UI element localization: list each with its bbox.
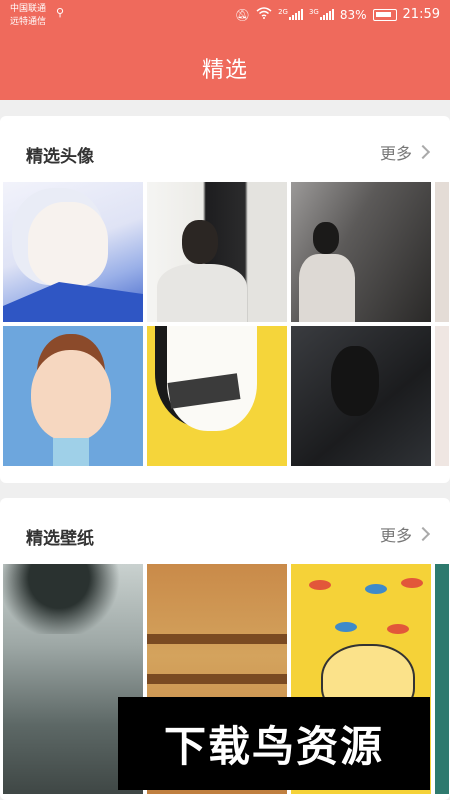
status-bar: 中国联通 远特通信 ⚲ 🔕︎ 2G 3G 83% 21:59 <box>0 0 450 34</box>
status-icons: 🔕︎ 2G 3G 83% 21:59 <box>235 7 440 22</box>
network-1-label: 2G <box>278 8 288 16</box>
more-label: 更多 <box>379 526 412 545</box>
featured-avatars-section: 精选头像 更多 <box>0 116 450 483</box>
more-wallpapers-button[interactable]: 更多 <box>380 522 434 546</box>
fish-icon <box>365 584 387 594</box>
section-title: 精选头像 <box>26 147 94 167</box>
avatar-thumbnail-partial[interactable] <box>435 326 449 466</box>
avatar-thumbnail[interactable] <box>3 326 143 466</box>
battery-percent: 83% <box>339 7 367 22</box>
section-title: 精选壁纸 <box>26 529 94 549</box>
page-title: 精选 <box>201 58 248 83</box>
avatar-thumbnail[interactable] <box>147 326 287 466</box>
fish-icon <box>387 624 409 634</box>
chevron-right-icon <box>415 526 431 542</box>
avatar-grid <box>3 182 449 466</box>
signal-1-icon: 2G <box>278 9 303 20</box>
wallpaper-thumbnail-partial[interactable] <box>435 564 449 794</box>
network-2-label: 3G <box>308 8 319 16</box>
avatar-thumbnail[interactable] <box>147 182 287 322</box>
more-avatars-button[interactable]: 更多 <box>380 140 434 164</box>
app-header: 中国联通 远特通信 ⚲ 🔕︎ 2G 3G 83% 21:59 精选 <box>0 0 450 100</box>
watermark-banner: 下载鸟资源 <box>118 697 430 790</box>
avatar-thumbnail[interactable] <box>3 182 143 322</box>
usb-icon: ⚲ <box>56 6 65 19</box>
more-label: 更多 <box>379 144 412 163</box>
chevron-right-icon <box>415 144 431 160</box>
fish-icon <box>335 622 357 632</box>
battery-icon <box>372 8 397 21</box>
carrier-name-1: 中国联通 <box>10 4 47 14</box>
avatar-thumbnail[interactable] <box>291 182 431 322</box>
fish-icon <box>309 580 331 590</box>
signal-2-icon: 3G <box>309 9 334 20</box>
mute-icon: 🔕︎ <box>234 7 251 22</box>
watermark-text: 下载鸟资源 <box>163 722 384 771</box>
avatar-thumbnail[interactable] <box>291 326 431 466</box>
wifi-icon <box>256 7 272 22</box>
carrier-name-2: 远特通信 <box>10 17 47 27</box>
clock: 21:59 <box>402 7 440 22</box>
avatar-thumbnail-partial[interactable] <box>435 182 449 322</box>
carrier-info: 中国联通 远特通信 <box>10 3 46 29</box>
fish-icon <box>401 578 423 588</box>
